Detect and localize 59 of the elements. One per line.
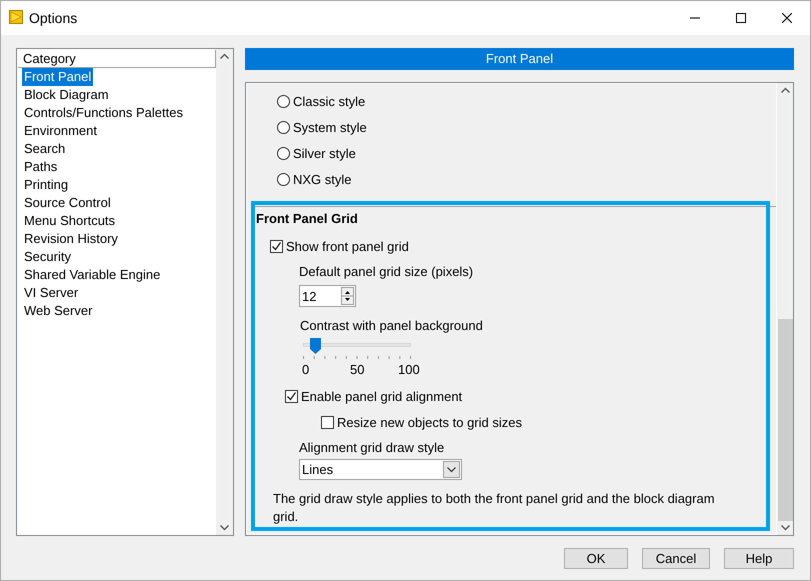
category-item[interactable]: Search [22, 140, 68, 158]
checkbox[interactable] [285, 390, 298, 402]
category-item[interactable]: Web Server [22, 302, 94, 320]
radio-button[interactable] [277, 146, 290, 160]
scrollbar[interactable] [216, 49, 233, 535]
app-icon [9, 10, 23, 26]
tick-label: 0 [302, 362, 310, 378]
category-item[interactable]: Printing [22, 176, 70, 194]
checkbox[interactable] [270, 240, 283, 252]
scroll-up-icon[interactable] [220, 53, 229, 59]
radio-label[interactable]: Silver style [293, 146, 356, 160]
category-item[interactable]: Paths [22, 158, 60, 176]
category-item[interactable]: Controls/Functions Palettes [22, 104, 185, 122]
checkbox-label[interactable]: Enable panel grid alignment [301, 388, 462, 404]
tick-label: 50 [350, 362, 364, 378]
field-label: Default panel grid size (pixels) [299, 263, 474, 281]
radio-label[interactable]: NXG style [293, 172, 352, 186]
dropdown-value: Lines [302, 462, 334, 477]
checkbox[interactable] [321, 416, 334, 428]
spin-arrows-icon[interactable] [341, 287, 354, 305]
dialog-button[interactable]: Cancel [642, 548, 710, 569]
category-item[interactable]: Revision History [22, 230, 120, 248]
category-item[interactable]: Security [22, 248, 73, 266]
category-item[interactable]: Source Control [22, 194, 113, 212]
chevron-down-icon[interactable] [447, 466, 456, 472]
window-title: Options [29, 10, 78, 26]
category-item[interactable]: Menu Shortcuts [22, 212, 118, 230]
scroll-thumb[interactable] [778, 319, 792, 521]
radio-label[interactable]: Classic style [293, 94, 366, 108]
slider-thumb[interactable] [310, 338, 322, 354]
dialog-button[interactable]: Help [724, 548, 794, 569]
radio-button[interactable] [277, 172, 290, 186]
radio-label[interactable]: System style [293, 120, 367, 134]
spinbox-value: 12 [302, 288, 316, 304]
draw-style-dropdown[interactable]: Lines [299, 459, 462, 480]
category-item[interactable]: Block Diagram [22, 86, 111, 104]
category-item[interactable]: Shared Variable Engine [22, 266, 162, 284]
field-label: Alignment grid draw style [299, 439, 446, 457]
scroll-down-icon[interactable] [220, 525, 229, 531]
scroll-down-icon[interactable] [780, 525, 790, 531]
section-title: Front Panel Grid [256, 210, 359, 228]
dialog-button[interactable]: OK [564, 548, 628, 569]
radio-button[interactable] [277, 120, 290, 134]
scroll-up-icon[interactable] [780, 87, 790, 93]
panel-header: Front Panel [245, 48, 794, 70]
checkbox-label[interactable]: Show front panel grid [286, 238, 409, 254]
category-item[interactable]: VI Server [22, 284, 80, 302]
radio-button[interactable] [277, 94, 290, 108]
close-icon [782, 13, 792, 23]
maximize-icon [736, 13, 746, 23]
category-item[interactable]: Front Panel [22, 68, 94, 86]
category-item[interactable]: Environment [22, 122, 99, 140]
tick-label: 100 [398, 362, 420, 378]
scrollbar[interactable] [776, 83, 793, 535]
list-header: Category [18, 50, 216, 68]
info-text: The grid draw style applies to both the front panel grid and the block diagram grid. [273, 490, 716, 526]
checkbox-label[interactable]: Resize new objects to grid sizes [337, 414, 522, 430]
grid-size-spinbox[interactable]: 12 [299, 285, 356, 307]
field-label: Contrast with panel background [300, 317, 484, 335]
